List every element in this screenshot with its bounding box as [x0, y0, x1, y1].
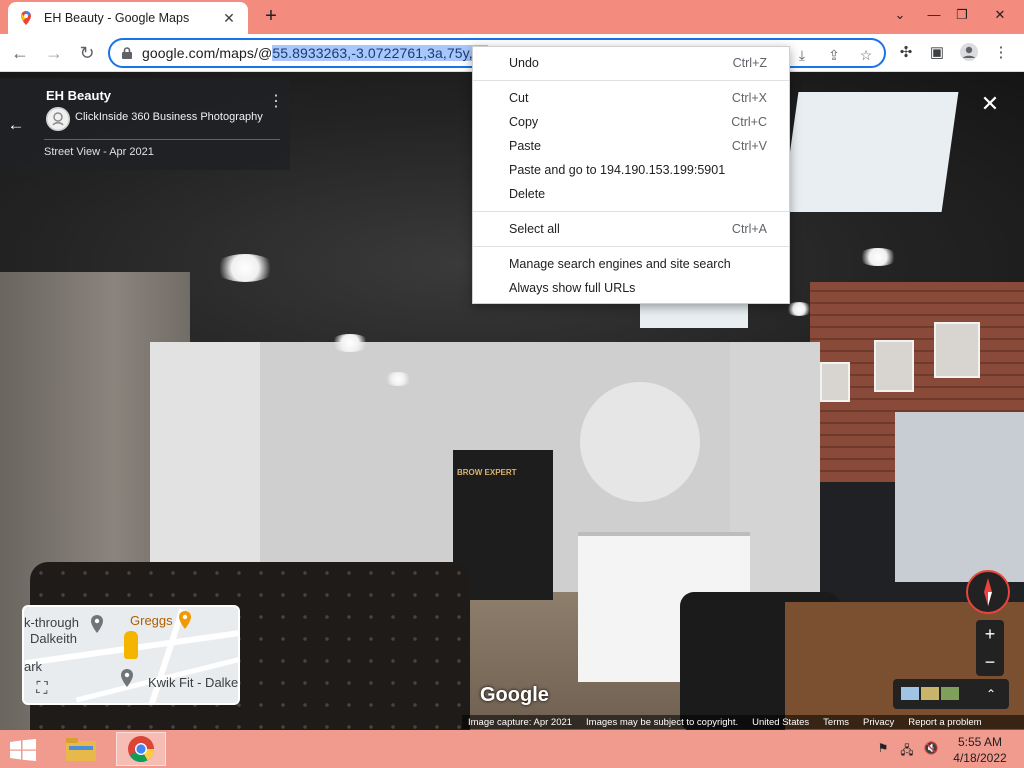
- menu-item-paste[interactable]: Paste Ctrl+V: [473, 134, 789, 158]
- place-info-card: ← EH Beauty ClickInside 360 Business Pho…: [0, 78, 290, 170]
- url-host: google.com/maps/@: [142, 45, 273, 61]
- restore-button[interactable]: ❐: [946, 4, 978, 26]
- extensions-icon[interactable]: ✣: [895, 42, 917, 64]
- map-label: k-through: [24, 615, 79, 630]
- thumbnail[interactable]: [921, 687, 939, 700]
- install-icon[interactable]: ⤓: [792, 45, 812, 65]
- thumbnail[interactable]: [941, 687, 959, 700]
- expand-map-icon[interactable]: ⛶: [32, 679, 52, 699]
- mirror: [895, 412, 1024, 582]
- portrait-frame: [874, 340, 914, 392]
- ceiling-light: [786, 302, 812, 316]
- pillar: [150, 342, 260, 582]
- close-street-view-icon[interactable]: ✕: [978, 92, 1002, 116]
- skylight-panel: [781, 92, 959, 212]
- menu-separator: [473, 211, 789, 212]
- portrait-frame: [934, 322, 980, 378]
- url-text[interactable]: google.com/maps/@55.8933263,-3.0722761,3…: [142, 45, 489, 61]
- context-menu: Undo Ctrl+Z Cut Ctrl+X Copy Ctrl+C Paste Ctr…: [472, 46, 790, 304]
- clock-time: 5:55 AM: [957, 735, 1003, 749]
- windows-taskbar: ⚑ 🖧 🔇 5:55 AM 4/18/2022: [0, 730, 1024, 768]
- action-center-flag-icon[interactable]: ⚑: [874, 741, 892, 757]
- menu-separator: [473, 246, 789, 247]
- ceiling-light: [384, 372, 412, 386]
- menu-item-manage-search-engines[interactable]: Manage search engines and site search: [473, 252, 789, 276]
- google-maps-icon: [21, 11, 31, 25]
- zoom-controls: + −: [976, 620, 1004, 676]
- expand-thumbnails-icon[interactable]: ⌃: [981, 683, 1001, 705]
- tab-strip: EH Beauty - Google Maps ✕ + ⌄ — ❐ ✕: [0, 0, 1024, 34]
- menu-item-delete[interactable]: Delete: [473, 182, 789, 206]
- more-options-icon[interactable]: ⋮: [268, 91, 284, 111]
- menu-item-copy[interactable]: Copy Ctrl+C: [473, 110, 789, 134]
- map-label: Greggs: [130, 613, 173, 628]
- privacy-link[interactable]: Privacy: [863, 717, 894, 728]
- tab-search-chevron-icon[interactable]: ⌄: [884, 4, 916, 26]
- menu-separator: [473, 80, 789, 81]
- taskbar-clock[interactable]: 5:55 AM 4/18/2022: [950, 734, 1010, 766]
- windows-start-icon[interactable]: [10, 739, 36, 761]
- copyright-notice: Images may be subject to copyright.: [586, 716, 739, 728]
- menu-item-cut[interactable]: Cut Ctrl+X: [473, 86, 789, 110]
- lock-icon: [122, 47, 132, 59]
- photo-thumbnails[interactable]: ⌃: [893, 679, 1009, 709]
- image-capture-date: Image capture: Apr 2021: [468, 716, 573, 728]
- portrait-frame: [820, 362, 850, 402]
- ceiling-light: [330, 334, 370, 352]
- chrome-taskbar-icon[interactable]: [116, 732, 166, 766]
- minimap[interactable]: k-through Dalkeith ark Greggs Kwik Fit -…: [22, 605, 240, 705]
- capture-date[interactable]: Street View - Apr 2021: [44, 146, 154, 158]
- forward-icon[interactable]: →: [42, 41, 66, 65]
- google-logo: Google: [480, 684, 549, 706]
- place-name[interactable]: EH Beauty: [46, 88, 111, 103]
- new-tab-button[interactable]: +: [260, 5, 282, 27]
- zoom-out-button[interactable]: −: [976, 648, 1004, 676]
- share-icon[interactable]: ⇪: [824, 45, 844, 65]
- chrome-menu-icon[interactable]: ⋮: [990, 42, 1012, 64]
- tab-close-icon[interactable]: ✕: [220, 10, 238, 27]
- contributor-avatar[interactable]: [46, 107, 70, 131]
- wall-clock: [580, 382, 700, 502]
- back-icon[interactable]: ←: [8, 41, 32, 65]
- profile-avatar-icon[interactable]: [958, 42, 980, 64]
- file-explorer-icon[interactable]: [56, 732, 106, 766]
- terms-link[interactable]: Terms: [823, 717, 849, 728]
- reload-icon[interactable]: ↻: [75, 41, 99, 65]
- url-selected-text: 55.8933263,-3.0722761,3a,75y,31: [272, 45, 489, 61]
- attribution-bar: Image capture: Apr 2021 Images may be su…: [462, 715, 1024, 729]
- menu-item-select-all[interactable]: Select all Ctrl+A: [473, 217, 789, 241]
- clock-date: 4/18/2022: [953, 751, 1007, 765]
- contributor-name[interactable]: ClickInside 360 Business Photography: [75, 111, 263, 123]
- menu-item-always-show-full-urls[interactable]: Always show full URLs: [473, 276, 789, 300]
- place-pin-icon: [121, 669, 133, 687]
- region-link[interactable]: United States: [752, 717, 809, 728]
- report-problem-link[interactable]: Report a problem: [908, 717, 981, 728]
- volume-muted-icon[interactable]: 🔇: [922, 741, 940, 757]
- door-sign: BROW EXPERT: [457, 468, 517, 477]
- menu-item-paste-and-go[interactable]: Paste and go to 194.190.153.199:5901: [473, 158, 789, 182]
- side-panel-icon[interactable]: ▣: [926, 42, 948, 64]
- close-window-button[interactable]: ✕: [984, 4, 1016, 26]
- pegman-icon[interactable]: [124, 631, 138, 659]
- map-label: ark: [24, 659, 43, 674]
- bookmark-star-icon[interactable]: ☆: [856, 45, 876, 65]
- compass-icon[interactable]: [966, 570, 1010, 614]
- map-label: Dalkeith: [30, 631, 77, 646]
- tab-eh-beauty[interactable]: EH Beauty - Google Maps ✕: [8, 2, 248, 34]
- back-arrow-icon[interactable]: ←: [6, 115, 26, 135]
- skylight-panel: [640, 304, 748, 328]
- ceiling-light: [858, 248, 898, 266]
- thumbnail[interactable]: [901, 687, 919, 700]
- zoom-in-button[interactable]: +: [976, 620, 1004, 648]
- restaurant-pin-icon: [179, 611, 191, 629]
- divider: [44, 139, 280, 140]
- network-icon[interactable]: 🖧: [898, 741, 916, 757]
- ceiling-light: [214, 254, 276, 282]
- menu-item-undo[interactable]: Undo Ctrl+Z: [473, 51, 789, 75]
- tab-title: EH Beauty - Google Maps: [44, 11, 190, 25]
- place-pin-icon: [91, 615, 103, 633]
- map-label: Kwik Fit - Dalkei: [148, 675, 240, 690]
